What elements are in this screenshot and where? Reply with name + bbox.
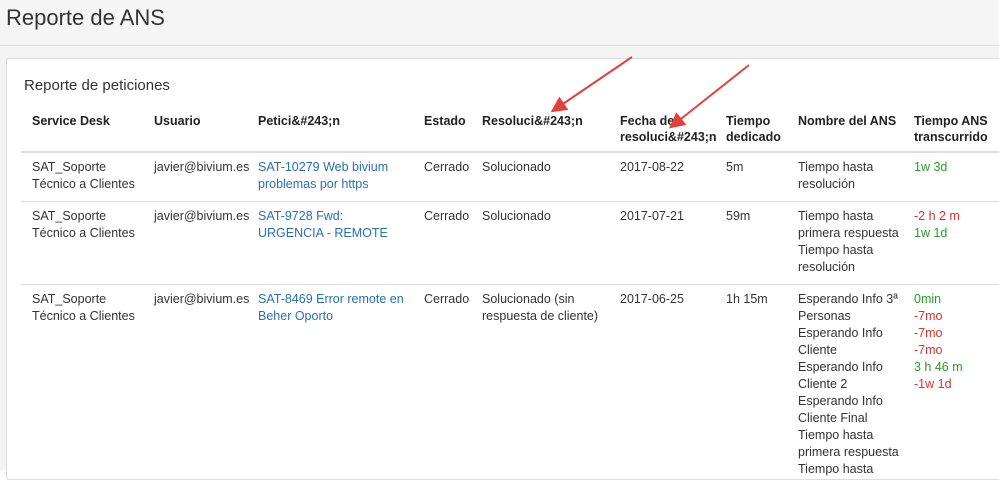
cell-estado: Cerrado xyxy=(413,152,471,202)
cell-estado: Cerrado xyxy=(413,285,471,480)
cell-tiempo-dedicado: 1h 15m xyxy=(715,285,787,480)
panel-title: Reporte de peticiones xyxy=(24,77,170,94)
ans-time: -7mo xyxy=(914,342,999,359)
cell-tiempo-ans: -2 h 2 m 1w 1d xyxy=(903,202,999,285)
column-header-nombre-ans: Nombre del ANS xyxy=(787,93,903,152)
cell-service-desk: SAT_Soporte Técnico a Clientes xyxy=(21,285,143,480)
report-table: Service Desk Usuario Petici&#243;n Estad… xyxy=(21,93,999,480)
cell-peticion: SAT-8469 Error remote en Beher Oporto xyxy=(247,285,413,480)
peticion-link[interactable]: SAT-9728 Fwd: URGENCIA - REMOTE xyxy=(258,209,388,240)
ans-time: -7mo xyxy=(914,308,999,325)
cell-estado: Cerrado xyxy=(413,202,471,285)
cell-tiempo-dedicado: 5m xyxy=(715,152,787,202)
cell-resolucion: Solucionado xyxy=(471,152,609,202)
ans-time: -7mo xyxy=(914,325,999,342)
table-row: SAT_Soporte Técnico a Clientes javier@bi… xyxy=(21,285,999,480)
report-panel: Reporte de peticiones Service Desk Usuar… xyxy=(6,58,999,480)
column-header-fecha-resolucion: Fecha de resoluci&#243;n xyxy=(609,93,715,152)
cell-resolucion: Solucionado (sin respuesta de cliente) xyxy=(471,285,609,480)
column-header-tiempo-ans: Tiempo ANS transcurrido xyxy=(903,93,999,152)
ans-name: Tiempo hasta primera respuesta xyxy=(798,208,899,242)
column-header-estado: Estado xyxy=(413,93,471,152)
ans-time: 1w 3d xyxy=(914,159,999,176)
cell-usuario: javier@bivium.es xyxy=(143,202,247,285)
cell-nombre-ans: Tiempo hasta resolución xyxy=(787,152,903,202)
cell-fecha: 2017-06-25 xyxy=(609,285,715,480)
column-header-resolucion: Resoluci&#243;n xyxy=(471,93,609,152)
ans-name: Tiempo hasta primera respuesta xyxy=(798,427,899,461)
ans-name: Esperando Info Cliente xyxy=(798,325,899,359)
ans-time: 0min xyxy=(914,291,999,308)
cell-fecha: 2017-08-22 xyxy=(609,152,715,202)
ans-name: Esperando Info Cliente 2 xyxy=(798,359,899,393)
cell-tiempo-ans: 0min -7mo -7mo -7mo 3 h 46 m -1w 1d xyxy=(903,285,999,480)
column-header-usuario: Usuario xyxy=(143,93,247,152)
page-header: Reporte de ANS xyxy=(0,0,999,46)
ans-time: -2 h 2 m xyxy=(914,208,999,225)
cell-fecha: 2017-07-21 xyxy=(609,202,715,285)
cell-tiempo-dedicado: 59m xyxy=(715,202,787,285)
cell-service-desk: SAT_Soporte Técnico a Clientes xyxy=(21,152,143,202)
ans-time: -1w 1d xyxy=(914,376,999,393)
cell-nombre-ans: Esperando Info 3ª Personas Esperando Inf… xyxy=(787,285,903,480)
table-row: SAT_Soporte Técnico a Clientes javier@bi… xyxy=(21,202,999,285)
ans-time: 3 h 46 m xyxy=(914,359,999,376)
peticion-link[interactable]: SAT-10279 Web bivium problemas por https xyxy=(258,160,388,191)
ans-time: 1w 1d xyxy=(914,225,999,242)
table-row: SAT_Soporte Técnico a Clientes javier@bi… xyxy=(21,152,999,202)
column-header-tiempo-dedicado: Tiempo dedicado xyxy=(715,93,787,152)
ans-name: Esperando Info Cliente Final xyxy=(798,393,899,427)
page-title: Reporte de ANS xyxy=(6,4,165,32)
column-header-peticion: Petici&#243;n xyxy=(247,93,413,152)
ans-name: Tiempo hasta resolución xyxy=(798,159,899,193)
ans-name: Esperando Info 3ª Personas xyxy=(798,291,899,325)
cell-tiempo-ans: 1w 3d xyxy=(903,152,999,202)
cell-service-desk: SAT_Soporte Técnico a Clientes xyxy=(21,202,143,285)
cell-usuario: javier@bivium.es xyxy=(143,285,247,480)
cell-nombre-ans: Tiempo hasta primera respuesta Tiempo ha… xyxy=(787,202,903,285)
cell-resolucion: Solucionado xyxy=(471,202,609,285)
peticion-link[interactable]: SAT-8469 Error remote en Beher Oporto xyxy=(258,292,404,323)
ans-name: Tiempo hasta resolución xyxy=(798,242,899,276)
cell-peticion: SAT-10279 Web bivium problemas por https xyxy=(247,152,413,202)
cell-peticion: SAT-9728 Fwd: URGENCIA - REMOTE xyxy=(247,202,413,285)
column-header-service-desk: Service Desk xyxy=(21,93,143,152)
table-header-row: Service Desk Usuario Petici&#243;n Estad… xyxy=(21,93,999,152)
cell-usuario: javier@bivium.es xyxy=(143,152,247,202)
